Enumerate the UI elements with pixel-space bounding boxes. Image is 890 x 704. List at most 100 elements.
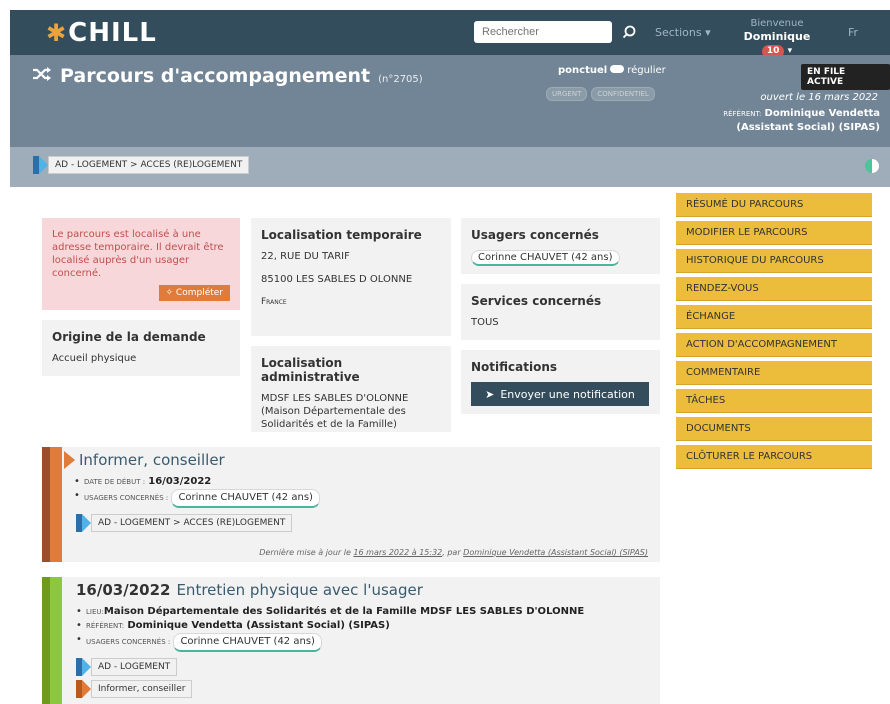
language-selector[interactable]: Fr	[848, 26, 858, 39]
menu-item-commentaire[interactable]: COMMENTAIRE	[676, 361, 872, 385]
menu-item-documents[interactable]: DOCUMENTS	[676, 417, 872, 441]
status-badge: EN FILE ACTIVE	[801, 64, 890, 90]
activity-color-bar-secondary	[50, 447, 62, 562]
chip-arrow-icon	[82, 514, 91, 532]
search-icon[interactable]	[618, 21, 640, 43]
sections-dropdown[interactable]: Sections ▾	[655, 26, 711, 39]
activity-color-bar-secondary	[50, 577, 62, 704]
origin-value: Accueil physique	[52, 353, 137, 364]
users-title: Usagers concernés	[471, 228, 599, 242]
page-title: Parcours d'accompagnement (n°2705)	[32, 65, 423, 87]
logo-star-icon: ✱	[46, 19, 67, 47]
footer-by: , par	[442, 548, 461, 557]
temp-location-street: 22, RUE DU TARIF	[261, 251, 350, 262]
menu-item-cloturer[interactable]: CLÔTURER LE PARCOURS	[676, 445, 872, 469]
welcome-label: Bienvenue	[750, 18, 804, 29]
temp-location-title: Localisation temporaire	[261, 228, 422, 242]
social-issue-label: AD - LOGEMENT > ACCES (RE)LOGEMENT	[48, 156, 250, 174]
search-input[interactable]	[474, 21, 612, 43]
activity-issue-chip: AD - LOGEMENT > ACCES (RE)LOGEMENT	[76, 514, 650, 532]
activity-content: Informer, conseiller DATE DE DÉBUT : 16/…	[64, 451, 650, 532]
last-update: Dernière mise à jour le 16 mars 2022 à 1…	[259, 548, 648, 557]
referent-label: RÉFÉRENT:	[86, 622, 125, 630]
user-pill[interactable]: Corinne CHAUVET (42 ans)	[171, 489, 320, 508]
temp-location-city: 85100 LES SABLES D OLONNE	[261, 274, 413, 285]
referent-value: Dominique Vendetta (Assistant Social) (S…	[127, 620, 390, 631]
social-issue-chip: AD - LOGEMENT > ACCES (RE)LOGEMENT	[33, 156, 250, 174]
flag-icon	[64, 451, 75, 469]
menu-item-rendez-vous[interactable]: RENDEZ-VOUS	[676, 277, 872, 301]
chip-arrow-icon	[39, 156, 48, 174]
services-card: Services concernés TOUS	[461, 284, 660, 340]
course-number: (n°2705)	[378, 74, 423, 85]
complete-button[interactable]: ✧ Compléter	[158, 285, 230, 301]
users-label: USAGERS CONCERNÉS :	[86, 638, 171, 646]
menu-item-echange[interactable]: ÉCHANGE	[676, 305, 872, 329]
menu-item-modifier[interactable]: MODIFIER LE PARCOURS	[676, 221, 872, 245]
start-date-label: DATE DE DÉBUT :	[84, 478, 146, 486]
paper-plane-icon: ➤	[485, 387, 495, 401]
footer-prefix: Dernière mise à jour le	[259, 548, 351, 557]
temporary-location-card: Localisation temporaire 22, RUE DU TARIF…	[251, 218, 451, 336]
activity-issue-label: AD - LOGEMENT > ACCES (RE)LOGEMENT	[91, 514, 293, 532]
referent: RÉFÉRENT: Dominique Vendetta (Assistant …	[680, 107, 880, 134]
course-menu: RÉSUMÉ DU PARCOURS MODIFIER LE PARCOURS …	[676, 193, 872, 473]
users-label: USAGERS CONCERNÉS :	[84, 494, 169, 502]
activity-details: DATE DE DÉBUT : 16/03/2022 USAGERS CONCE…	[74, 475, 650, 508]
activity-title: Informer, conseiller	[64, 451, 650, 469]
user-name: Dominique	[743, 30, 811, 43]
menu-item-historique[interactable]: HISTORIQUE DU PARCOURS	[676, 249, 872, 273]
services-title: Services concernés	[471, 294, 602, 308]
user-pill[interactable]: Corinne CHAUVET (42 ans)	[471, 250, 620, 266]
activity-date: 16/03/2022	[76, 581, 171, 599]
regulier-label: régulier	[627, 65, 666, 76]
send-notification-button[interactable]: ➤ Envoyer une notification	[471, 382, 649, 406]
activity-title-text: Informer, conseiller	[79, 451, 225, 469]
admin-location-value: MDSF LES SABLES D'OLONNE (Maison Départe…	[261, 393, 409, 430]
start-date-value: 16/03/2022	[148, 476, 212, 487]
flags: URGENT CONFIDENTIEL	[546, 87, 655, 101]
page-title-text: Parcours d'accompagnement	[60, 65, 371, 87]
course-banner: Parcours d'accompagnement (n°2705) ponct…	[10, 55, 890, 147]
warning-card: Le parcours est localisé à une adresse t…	[42, 218, 240, 310]
lieu-value: Maison Départementale des Solidarités et…	[103, 606, 585, 617]
opened-date: ouvert le 16 mars 2022	[760, 92, 878, 103]
chip-arrow-icon	[82, 658, 91, 676]
activity-issue-label: AD - LOGEMENT	[91, 658, 178, 676]
admin-location-card: Localisation administrative MDSF LES SAB…	[251, 346, 451, 432]
users-card: Usagers concernés Corinne CHAUVET (42 an…	[461, 218, 660, 274]
notifications-card: Notifications ➤ Envoyer une notification	[461, 350, 660, 414]
toggle-icon	[610, 65, 625, 73]
activity-action-label: Informer, conseiller	[91, 680, 193, 698]
user-menu[interactable]: Bienvenue Dominique 10 ▾	[732, 17, 822, 58]
menu-item-taches[interactable]: TÂCHES	[676, 389, 872, 413]
lieu-label: LIEU:	[86, 608, 104, 616]
chip-arrow-icon	[82, 680, 91, 698]
activity-details: LIEU:Maison Départementale des Solidarit…	[76, 605, 650, 652]
ponctuel-label: ponctuel	[558, 65, 608, 76]
menu-item-resume[interactable]: RÉSUMÉ DU PARCOURS	[676, 193, 872, 217]
footer-date-link[interactable]: 16 mars 2022 à 15:32	[353, 548, 442, 557]
user-pill[interactable]: Corinne CHAUVET (42 ans)	[173, 633, 322, 652]
app-logo[interactable]: ✱ CHILL	[46, 16, 157, 50]
notifications-title: Notifications	[471, 360, 558, 374]
admin-location-title: Localisation administrative	[261, 356, 360, 384]
activity-title: 16/03/2022 Entretien physique avec l'usa…	[76, 581, 650, 599]
activity-color-bar	[42, 447, 50, 562]
menu-item-action[interactable]: ACTION D'ACCOMPAGNEMENT	[676, 333, 872, 357]
footer-user-link[interactable]: Dominique Vendetta (Assistant Social) (S…	[463, 548, 648, 557]
intensity-toggle[interactable]: ponctuel régulier	[558, 65, 666, 76]
half-circle-icon	[865, 159, 879, 173]
services-value: TOUS	[471, 317, 499, 328]
shuffle-icon	[32, 65, 52, 87]
activity-informer[interactable]: Informer, conseiller DATE DE DÉBUT : 16/…	[42, 447, 660, 562]
confidentiel-badge[interactable]: CONFIDENTIEL	[591, 87, 655, 101]
send-notification-label: Envoyer une notification	[500, 387, 635, 401]
urgent-badge[interactable]: URGENT	[546, 87, 588, 101]
referent-label: RÉFÉRENT:	[723, 110, 762, 118]
activity-color-bar	[42, 577, 50, 704]
logo-text: CHILL	[68, 18, 157, 48]
origin-title: Origine de la demande	[52, 330, 206, 344]
activity-rendez-vous[interactable]: 16/03/2022 Entretien physique avec l'usa…	[42, 577, 660, 704]
activity-content: 16/03/2022 Entretien physique avec l'usa…	[76, 581, 650, 698]
